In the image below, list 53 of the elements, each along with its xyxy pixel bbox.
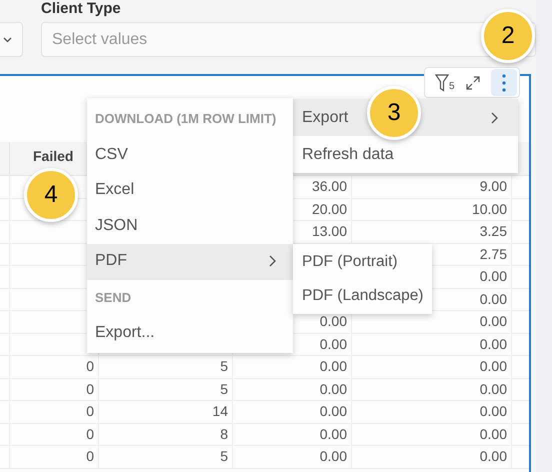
more-vertical-icon bbox=[502, 74, 506, 92]
table-cell-text: 2.75 bbox=[480, 244, 507, 264]
filter-icon[interactable] bbox=[435, 74, 449, 92]
table-cell-text: 13.00 bbox=[312, 222, 347, 242]
menu-item[interactable]: JSON bbox=[87, 208, 293, 244]
step-badge: 2 bbox=[481, 9, 535, 63]
table-cell-text: 0.00 bbox=[320, 380, 347, 399]
table-cell-text: 0.00 bbox=[480, 312, 507, 332]
table-cell-text: 14 bbox=[212, 402, 228, 422]
table-cell-text: 5 bbox=[220, 380, 228, 399]
menu-section-header: SEND bbox=[94, 288, 132, 307]
filter-label: Client Type bbox=[41, 0, 121, 17]
menu-item[interactable]: Excel bbox=[87, 172, 293, 208]
table-cell-text: 20.00 bbox=[312, 200, 347, 219]
table-cell-text: 0.00 bbox=[320, 312, 347, 332]
table-cell-text: 0.00 bbox=[320, 402, 347, 422]
column-header[interactable]: Failed bbox=[33, 146, 74, 167]
table-cell-text: 0.00 bbox=[320, 334, 347, 354]
table-cell-text: 0.00 bbox=[320, 424, 347, 444]
table-cell-text: 0 bbox=[86, 424, 94, 444]
table-cell-text: 0 bbox=[86, 380, 94, 399]
filter-count: 5 bbox=[449, 82, 455, 92]
table-cell-text: 0 bbox=[86, 447, 94, 466]
table-cell-text: 0.00 bbox=[480, 334, 507, 354]
table-cell-text: 0.00 bbox=[320, 357, 347, 376]
table-cell-text: 5 bbox=[220, 447, 228, 466]
menu-item[interactable]: Export... bbox=[87, 315, 293, 350]
table-cell-text: 0.00 bbox=[480, 402, 507, 422]
menu-section-header: DOWNLOAD (1M ROW LIMIT) bbox=[94, 110, 276, 128]
table-cell-text: 0 bbox=[86, 357, 94, 376]
table-cell-text: 5 bbox=[220, 357, 228, 376]
menu-item[interactable]: CSV bbox=[87, 137, 293, 172]
table-cell-text: 10.00 bbox=[472, 200, 507, 219]
table-cell-text: 0.00 bbox=[320, 447, 347, 466]
table-cell-text: 9.00 bbox=[480, 177, 507, 196]
expand-icon[interactable] bbox=[466, 76, 480, 90]
menu-item[interactable]: PDF (Landscape) bbox=[293, 279, 432, 313]
table-cell-text: 8 bbox=[220, 424, 228, 444]
chevron-down-icon bbox=[3, 36, 12, 42]
table-cell-text: 0.00 bbox=[480, 447, 507, 466]
table-cell-text: 0.00 bbox=[480, 424, 507, 444]
dropdown-field[interactable] bbox=[0, 22, 23, 57]
table-cell-text: 0.00 bbox=[480, 290, 507, 309]
table-cell-text: 0.00 bbox=[480, 357, 507, 376]
menu-item[interactable]: Refresh data bbox=[292, 136, 518, 173]
table-cell-text: 0 bbox=[86, 402, 94, 422]
table-cell-text: 0.00 bbox=[480, 380, 507, 399]
menu-item[interactable]: PDF (Portrait) bbox=[293, 245, 432, 279]
table-cell-text: 3.25 bbox=[480, 222, 507, 242]
table-cell-text: 36.00 bbox=[312, 177, 347, 196]
more-button[interactable] bbox=[491, 69, 517, 96]
table-cell-text: 0.00 bbox=[480, 267, 507, 286]
menu-item[interactable]: PDF bbox=[87, 244, 293, 279]
